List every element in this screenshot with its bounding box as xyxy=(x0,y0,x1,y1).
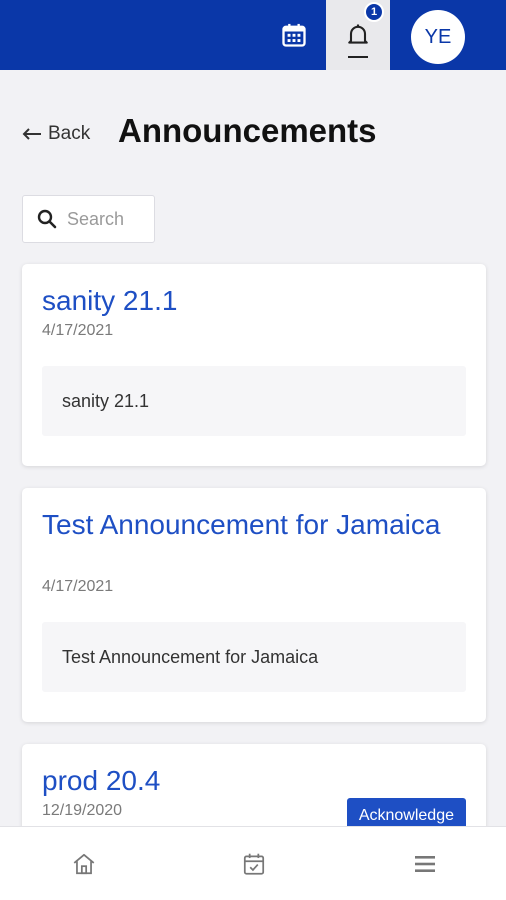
announcement-title[interactable]: prod 20.4 xyxy=(42,764,462,798)
search-icon xyxy=(37,209,57,229)
announcement-date: 4/17/2021 xyxy=(42,322,114,339)
back-label: Back xyxy=(48,123,91,144)
announcement-title[interactable]: sanity 21.1 xyxy=(42,284,462,318)
bell-icon xyxy=(348,24,368,44)
nav-home[interactable] xyxy=(44,827,124,900)
bottom-navigation xyxy=(0,826,506,900)
active-tab-indicator xyxy=(348,56,368,58)
nav-tasks[interactable] xyxy=(214,827,294,900)
announcements-screen: 1 YE Back Announcements sanity 21.1 4/17… xyxy=(0,0,506,900)
search-box[interactable] xyxy=(22,195,155,243)
search-input[interactable] xyxy=(67,208,147,230)
announcement-body: Test Announcement for Jamaica xyxy=(42,622,466,692)
user-avatar[interactable]: YE xyxy=(411,10,465,64)
calendar-icon xyxy=(282,23,306,47)
notification-count-badge: 1 xyxy=(364,2,384,22)
announcement-title[interactable]: Test Announcement for Jamaica xyxy=(42,508,462,542)
calendar-button[interactable] xyxy=(264,0,324,70)
page-title: Announcements xyxy=(118,112,377,149)
back-button[interactable]: Back xyxy=(22,120,90,148)
announcement-date: 12/19/2020 xyxy=(42,802,123,819)
notifications-button[interactable]: 1 xyxy=(326,0,390,70)
hamburger-menu-icon xyxy=(415,856,435,872)
nav-menu[interactable] xyxy=(385,827,465,900)
announcement-date: 4/17/2021 xyxy=(42,578,114,595)
top-app-bar: 1 YE xyxy=(0,0,506,70)
arrow-left-icon xyxy=(22,128,41,140)
announcement-card[interactable]: sanity 21.1 4/17/2021 sanity 21.1 xyxy=(22,264,486,466)
announcement-body: sanity 21.1 xyxy=(42,366,466,436)
home-icon xyxy=(73,853,95,875)
announcement-card[interactable]: Test Announcement for Jamaica 4/17/2021 … xyxy=(22,488,486,722)
calendar-check-icon xyxy=(243,853,265,875)
